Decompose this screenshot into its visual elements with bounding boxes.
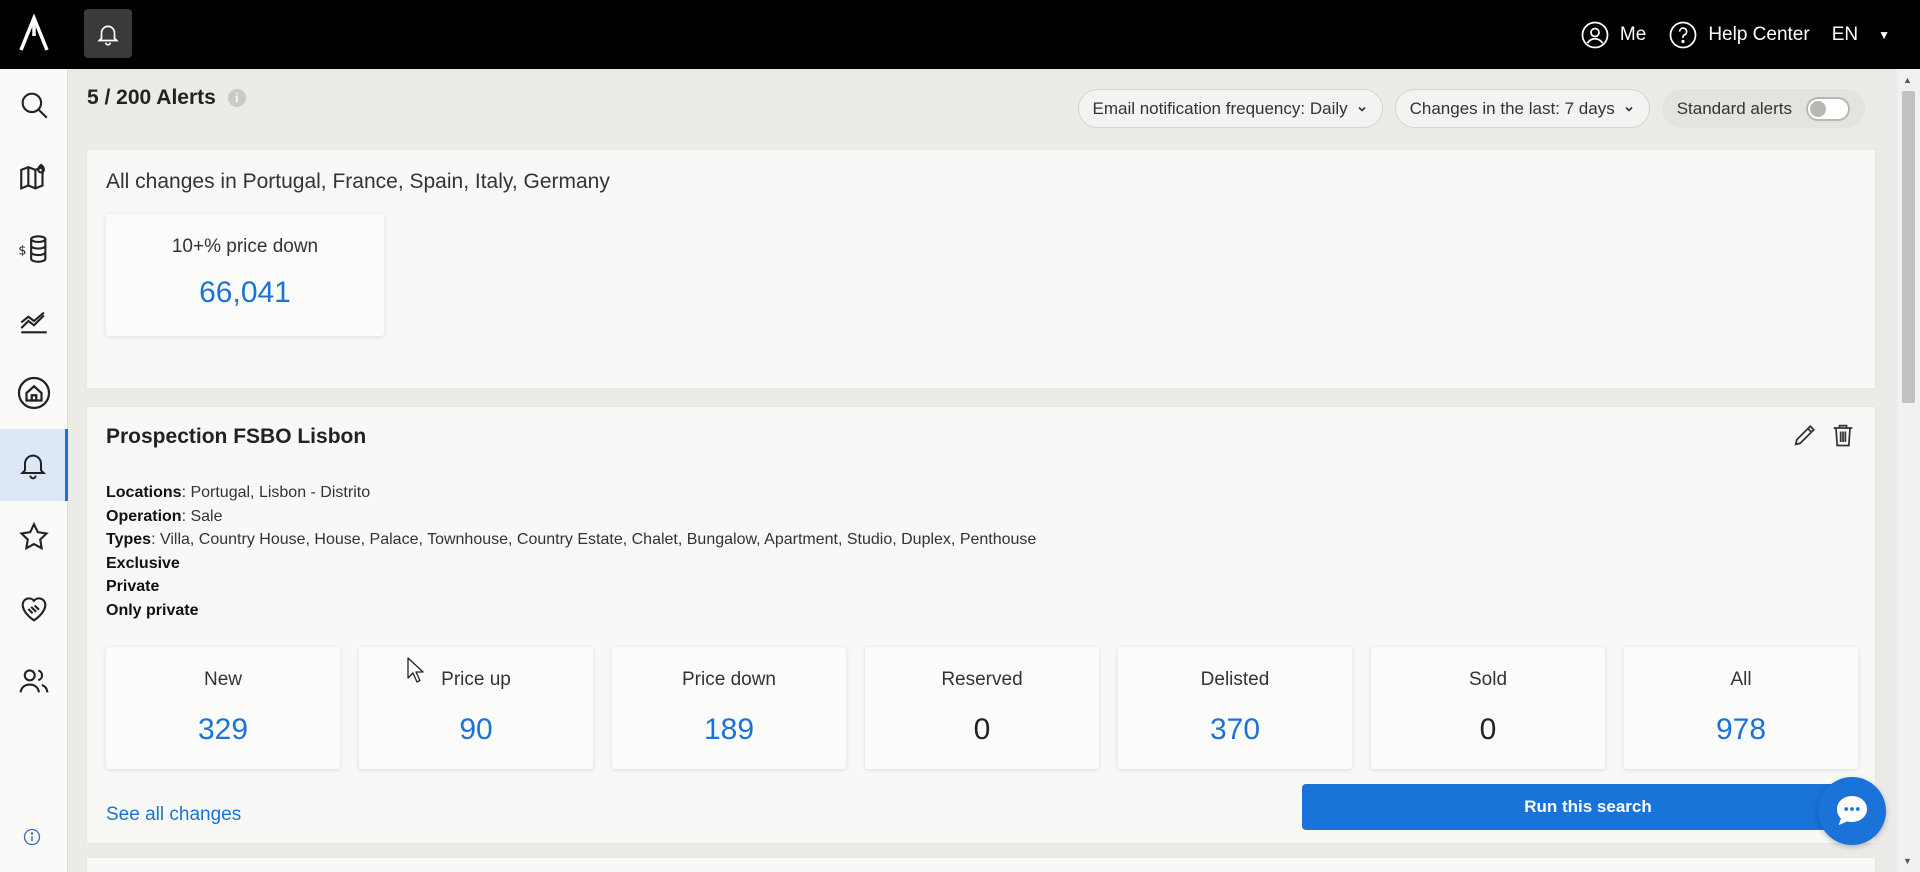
scroll-thumb[interactable] [1902, 91, 1915, 403]
scroll-down-icon[interactable]: ▼ [1903, 856, 1912, 866]
operation-row: Operation: Sale [106, 507, 223, 525]
flag-only-private: Only private [106, 601, 199, 619]
stat-label: Reserved [941, 669, 1023, 690]
app-logo[interactable] [16, 13, 52, 54]
sidebar-item-market[interactable] [0, 285, 68, 357]
stat-value: 0 [973, 713, 991, 746]
caret-down-icon: ▼ [1878, 27, 1890, 42]
language-select[interactable]: EN ▼ [1832, 24, 1890, 46]
stat-label: New [203, 669, 242, 690]
stat-value: 90 [459, 713, 493, 746]
stat-reserved[interactable]: Reserved 0 [865, 647, 1099, 769]
property-icon [17, 376, 51, 410]
standard-alerts-toggle[interactable] [1806, 96, 1850, 121]
market-chart-icon [20, 311, 47, 334]
top-bar: Me Help Center EN ▼ [0, 0, 1920, 69]
stat-delisted[interactable]: Delisted 370 [1118, 647, 1352, 769]
stat-value: 66,041 [199, 276, 291, 309]
alerts-count: 5 / 200 Alerts [87, 86, 216, 109]
scroll-up-icon[interactable]: ▲ [1903, 75, 1912, 85]
locations-row: Locations: Portugal, Lisbon - Distrito [106, 484, 371, 501]
map-icon [20, 163, 45, 190]
page-scrollbar[interactable]: ▲ ▼ [1897, 69, 1920, 872]
page-title: 5 / 200 Alerts i [87, 86, 246, 110]
next-alert-card [86, 857, 1876, 872]
users-icon [19, 669, 49, 693]
help-icon [1669, 21, 1697, 48]
sidebar-item-alerts[interactable] [0, 429, 68, 501]
help-center-link[interactable]: Help Center [1668, 20, 1810, 50]
toggle-knob [1810, 100, 1826, 117]
standard-alerts-toggle-group: Standard alerts [1661, 89, 1865, 128]
info-icon[interactable] [22, 827, 42, 852]
chevron-down-icon [1358, 106, 1366, 112]
stat-value: 0 [1479, 713, 1497, 746]
alert-title: Prospection FSBO Lisbon [106, 425, 367, 448]
sidebar-item-favorites[interactable] [0, 501, 68, 573]
mouse-cursor-icon [406, 656, 426, 689]
email-frequency-label: Email notification frequency: Daily [1092, 98, 1348, 118]
star-icon [19, 521, 49, 551]
stat-label: Price up [441, 669, 511, 690]
sidebar-item-property[interactable] [0, 357, 68, 429]
changes-range-label: Changes in the last: 7 days [1409, 98, 1615, 118]
see-all-changes-link[interactable]: See all changes [106, 804, 241, 826]
sidebar: $ [0, 69, 68, 872]
handshake-icon [21, 597, 47, 622]
stat-sold[interactable]: Sold 0 [1371, 647, 1605, 769]
notifications-button[interactable] [84, 9, 132, 58]
valuation-icon: $ [18, 235, 47, 263]
stat-value: 370 [1209, 713, 1261, 746]
stat-label: 10+% price down [171, 236, 319, 257]
stat-label: Sold [1468, 669, 1508, 690]
stat-value: 329 [197, 713, 249, 746]
stat-label: Price down [682, 669, 776, 690]
sidebar-item-team[interactable] [0, 645, 68, 717]
main-content: 5 / 200 Alerts i Email notification freq… [68, 69, 1895, 872]
flag-private: Private [106, 578, 160, 595]
profile-menu[interactable]: Me [1580, 20, 1646, 50]
flag-exclusive: Exclusive [106, 554, 180, 572]
chat-button[interactable] [1818, 777, 1886, 845]
sidebar-item-map[interactable] [0, 141, 68, 213]
types-row: Types: Villa, Country House, House, Pala… [106, 531, 1037, 548]
stat-label: All [1730, 669, 1752, 690]
alert-details: Locations: Portugal, Lisbon - Distrito O… [106, 481, 1036, 622]
overview-card: All changes in Portugal, France, Spain, … [86, 149, 1876, 389]
edit-icon[interactable] [1791, 421, 1819, 454]
stat-value: 978 [1715, 713, 1767, 746]
alert-controls: Email notification frequency: Daily Chan… [1077, 89, 1865, 128]
sidebar-item-deals[interactable] [0, 573, 68, 645]
alert-card: Prospection FSBO Lisbon Locations: Portu… [86, 406, 1876, 844]
sidebar-item-valuation[interactable]: $ [0, 213, 68, 285]
trash-icon[interactable] [1829, 421, 1857, 454]
stat-new[interactable]: New 329 [106, 647, 340, 769]
user-circle-icon [1581, 21, 1609, 48]
help-center-label: Help Center [1708, 23, 1810, 45]
price-down-stat[interactable]: 10+% price down 66,041 [106, 214, 384, 336]
changes-range-select[interactable]: Changes in the last: 7 days [1394, 89, 1650, 128]
standard-alerts-label: Standard alerts [1676, 98, 1792, 118]
bell-icon [97, 25, 119, 46]
search-icon [21, 92, 48, 119]
bell-icon [19, 454, 46, 480]
stat-all[interactable]: All 978 [1624, 647, 1858, 769]
chat-icon [1836, 796, 1867, 826]
stat-value: 189 [703, 713, 755, 746]
stat-price-up[interactable]: Price up 90 [359, 647, 593, 769]
stat-price-down[interactable]: Price down 189 [612, 647, 846, 769]
language-label: EN [1831, 23, 1859, 45]
email-frequency-select[interactable]: Email notification frequency: Daily [1077, 89, 1383, 128]
run-search-button[interactable]: Run this search [1302, 784, 1874, 830]
sidebar-item-search[interactable] [0, 69, 68, 141]
profile-label: Me [1619, 23, 1647, 45]
stat-label: Delisted [1200, 669, 1270, 690]
info-icon[interactable]: i [227, 89, 246, 107]
chevron-down-icon [1625, 106, 1633, 112]
svg-text:$: $ [18, 244, 26, 259]
overview-title: All changes in Portugal, France, Spain, … [106, 170, 610, 193]
